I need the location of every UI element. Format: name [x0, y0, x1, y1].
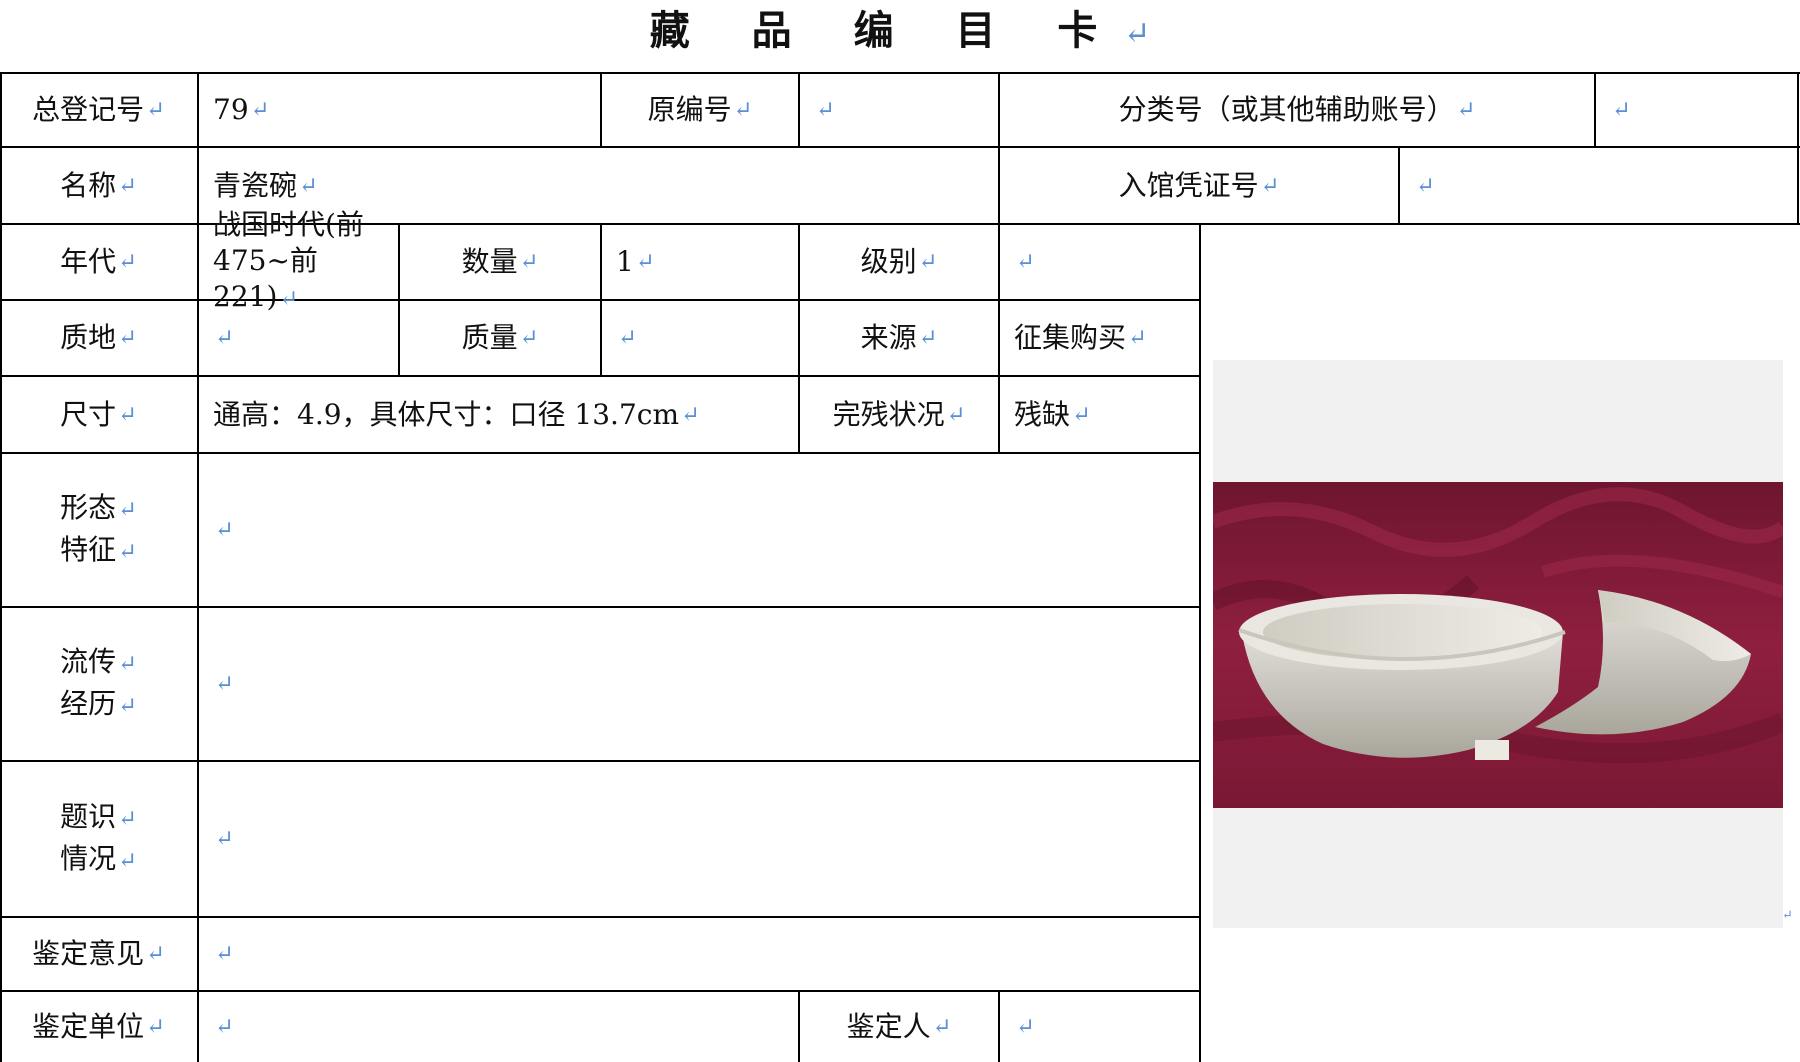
orig-num-value[interactable]: ↵	[800, 74, 998, 146]
history-label: 流传↵ 经历↵	[60, 645, 137, 720]
history-value[interactable]: ↵	[199, 608, 1199, 760]
condition-label: 完残状况 ↵	[832, 397, 966, 431]
source-label: 来源 ↵	[860, 321, 938, 354]
source-value[interactable]: 征集购买 ↵	[1000, 301, 1199, 375]
appraisal-unit-label: 鉴定单位 ↵	[32, 1010, 165, 1043]
appraisal-opinion-value[interactable]: ↵	[199, 918, 1199, 990]
artifact-photo-frame	[1213, 360, 1783, 928]
level-label: 级别 ↵	[860, 245, 938, 278]
class-num-value[interactable]: ↵	[1596, 74, 1797, 146]
name-label: 名称 ↵	[60, 168, 137, 202]
quantity-label: 数量 ↵	[461, 245, 539, 278]
class-num-label: 分类号（或其他辅助账号） ↵	[1118, 93, 1476, 126]
form-label: 形态↵ 特征↵	[60, 491, 137, 566]
condition-value[interactable]: 残缺 ↵	[1000, 377, 1199, 452]
weight-value[interactable]: ↵	[602, 301, 798, 375]
total-reg-value[interactable]: 79 ↵	[199, 74, 600, 146]
form-value[interactable]: ↵	[199, 454, 1199, 606]
artifact-photo	[1213, 482, 1783, 808]
paragraph-mark: ↵	[1123, 14, 1151, 52]
era-label: 年代 ↵	[60, 245, 137, 278]
era-value[interactable]: 战国时代(前 475~前 221)↵	[199, 208, 398, 313]
total-reg-label: 总登记号 ↵	[32, 93, 165, 126]
paragraph-mark-end: ↵	[1782, 908, 1793, 923]
size-value[interactable]: 通高：4.9，具体尺寸：口径 13.7cm ↵	[199, 377, 798, 452]
size-label: 尺寸 ↵	[60, 397, 137, 431]
appraisal-unit-value[interactable]: ↵	[199, 992, 798, 1062]
appraisal-opinion-label: 鉴定意见 ↵	[32, 937, 165, 970]
inscription-value[interactable]: ↵	[199, 762, 1199, 916]
level-value[interactable]: ↵	[1000, 225, 1199, 299]
quantity-value[interactable]: 1 ↵	[602, 225, 798, 299]
card-title: 藏 品 编 目 卡↵	[649, 7, 1151, 54]
orig-num-label: 原编号 ↵	[647, 93, 753, 126]
material-label: 质地 ↵	[60, 321, 137, 354]
entry-cert-label: 入馆凭证号 ↵	[1118, 168, 1280, 202]
material-value[interactable]: ↵	[199, 301, 398, 375]
appraiser-value[interactable]: ↵	[1000, 992, 1199, 1062]
weight-label: 质量 ↵	[461, 321, 539, 354]
inscription-label: 题识↵ 情况↵	[60, 800, 137, 875]
appraiser-label: 鉴定人 ↵	[846, 1010, 952, 1043]
entry-cert-value[interactable]: ↵	[1400, 148, 1797, 223]
